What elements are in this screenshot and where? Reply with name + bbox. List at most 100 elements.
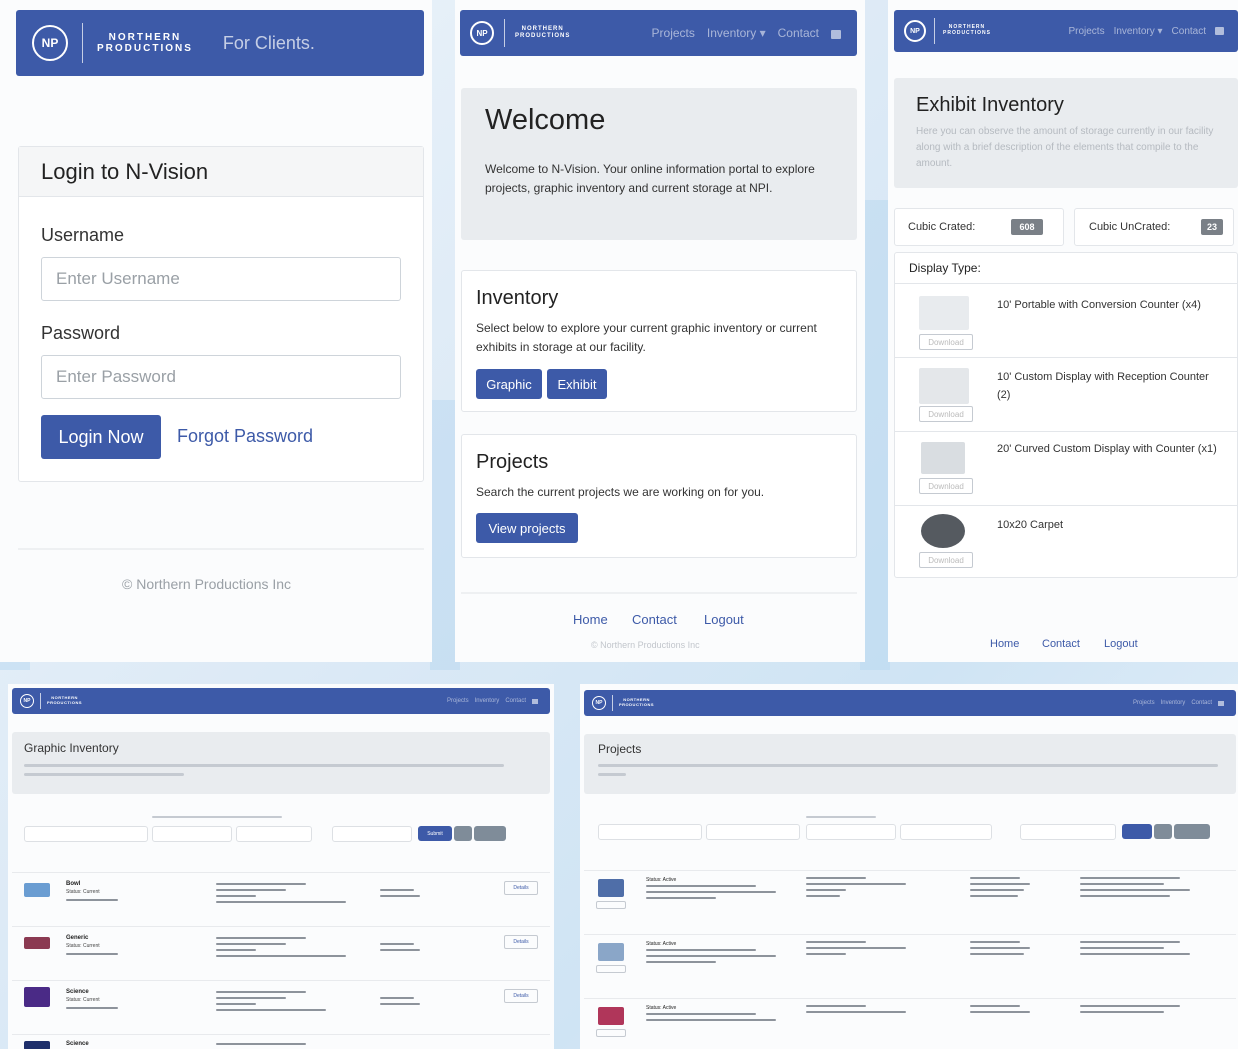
welcome-copyright: © Northern Productions Inc: [591, 640, 700, 650]
table-row: Science: [12, 1034, 550, 1049]
logo-divider: [82, 23, 83, 63]
graphic-button[interactable]: Graphic: [476, 369, 542, 399]
username-input[interactable]: Enter Username: [41, 257, 401, 301]
download-button[interactable]: [596, 901, 626, 909]
projects-page-title: Projects: [598, 742, 642, 756]
project-detail-line: [1080, 877, 1180, 879]
cubic-uncrated-badge: 23: [1201, 219, 1223, 235]
lock-icon[interactable]: [831, 29, 841, 39]
brand-name: NORTHERN PRODUCTIONS: [97, 31, 193, 55]
nav-inventory-link[interactable]: Inventory ▾: [1114, 26, 1163, 37]
graphic-name: Science: [66, 1041, 89, 1047]
login-button[interactable]: Login Now: [41, 415, 161, 459]
category-select[interactable]: [332, 826, 412, 842]
main-contact-input[interactable]: [706, 824, 800, 840]
graphic-submit-button[interactable]: Submit: [418, 826, 452, 841]
footer-logout-link[interactable]: Logout: [1104, 638, 1138, 650]
logo-divider: [934, 18, 935, 44]
date-from-input[interactable]: [806, 824, 896, 840]
date-to-input[interactable]: [236, 826, 312, 842]
projects-export-button[interactable]: [1174, 824, 1210, 839]
graphic-detail-line: [216, 1003, 256, 1005]
welcome-title: Welcome: [485, 104, 606, 136]
nav-projects-link[interactable]: Projects: [1133, 700, 1155, 706]
graphic-status: Status: Current: [66, 997, 100, 1003]
footer-logout-link[interactable]: Logout: [704, 612, 744, 627]
projects-filter-button[interactable]: [1154, 824, 1172, 839]
nav-links: Projects Inventory Contact: [1133, 700, 1224, 706]
graphic-status: Status: Current: [66, 889, 100, 895]
download-button[interactable]: Download: [919, 406, 973, 422]
project-detail-line: [970, 953, 1024, 955]
graphic-details-button[interactable]: Details: [504, 989, 538, 1003]
graphic-jumbotron: Graphic Inventory: [12, 732, 550, 794]
nav-inventory-link[interactable]: Inventory: [1161, 700, 1186, 706]
graphic-detail-line: [216, 997, 286, 999]
nav-contact-link[interactable]: Contact: [1172, 26, 1206, 37]
project-detail-line: [806, 889, 846, 891]
brand-name: NORTHERN PRODUCTIONS: [47, 695, 83, 705]
exhibit-subtitle: Here you can observe the amount of stora…: [916, 126, 1214, 169]
lock-icon[interactable]: [532, 698, 538, 704]
project-detail-line: [970, 941, 1020, 943]
graphic-details-button[interactable]: Details: [504, 935, 538, 949]
nav-inventory-link[interactable]: Inventory: [475, 698, 500, 704]
download-button[interactable]: Download: [919, 478, 973, 494]
display-type-label: Display Type:: [909, 261, 981, 275]
nav-inventory-link[interactable]: Inventory ▾: [707, 26, 766, 40]
brand-name: NORTHERN PRODUCTIONS: [515, 26, 571, 39]
projects-card: Projects Search the current projects we …: [461, 434, 857, 558]
lock-icon[interactable]: [1218, 700, 1224, 706]
download-button[interactable]: [596, 965, 626, 973]
download-button[interactable]: Download: [919, 334, 973, 350]
date-to-input[interactable]: [900, 824, 992, 840]
graphic-export-button[interactable]: [474, 826, 506, 841]
password-label: Password: [41, 323, 121, 343]
table-row: Generic Status: Current Details: [12, 926, 550, 978]
projects-screen: NP NORTHERN PRODUCTIONS Projects Invento…: [580, 684, 1238, 1049]
graphic-details-button[interactable]: Details: [504, 881, 538, 895]
password-input[interactable]: Enter Password: [41, 355, 401, 399]
footer-contact-link[interactable]: Contact: [1042, 638, 1080, 650]
project-detail-line: [970, 947, 1030, 949]
nav-projects-link[interactable]: Projects: [652, 26, 695, 40]
table-row: Status: Active: [584, 998, 1236, 1049]
forgot-password-link[interactable]: Forgot Password: [177, 426, 313, 447]
project-detail-line: [970, 1011, 1030, 1013]
nav-projects-link[interactable]: Projects: [447, 698, 469, 704]
table-row: Status: Active: [584, 870, 1236, 932]
logo-divider: [504, 19, 505, 47]
graphic-name: Bowl: [66, 881, 81, 887]
download-button[interactable]: Download: [919, 552, 973, 568]
exhibit-button[interactable]: Exhibit: [547, 369, 607, 399]
nav-contact-link[interactable]: Contact: [505, 698, 526, 704]
graphic-filter-button[interactable]: [454, 826, 472, 841]
footer-home-link[interactable]: Home: [573, 612, 608, 627]
graphic-quantity-line: [380, 949, 420, 951]
projects-subtitle-line: [598, 764, 1218, 767]
graphic-detail-line: [216, 1009, 326, 1011]
date-from-input[interactable]: [152, 826, 232, 842]
project-status: Status: Active: [646, 877, 677, 883]
project-detail-line: [646, 1019, 776, 1021]
download-button[interactable]: [596, 1029, 626, 1037]
inventory-text: Select below to explore your current gra…: [476, 321, 817, 354]
caret-down-icon: ▾: [759, 26, 766, 40]
graphic-search-input[interactable]: [24, 826, 148, 842]
nav-contact-link[interactable]: Contact: [778, 26, 819, 40]
caret-down-icon: ▾: [1157, 25, 1163, 37]
keywords-input[interactable]: [598, 824, 702, 840]
view-projects-button[interactable]: View projects: [476, 513, 578, 543]
lock-icon[interactable]: [1215, 27, 1224, 35]
project-detail-line: [646, 885, 756, 887]
project-thumbnail: [598, 879, 624, 897]
footer-home-link[interactable]: Home: [990, 638, 1019, 650]
exhibit-inventory-screen: NP NORTHERN PRODUCTIONS Projects Invento…: [888, 0, 1238, 662]
status-select[interactable]: [1020, 824, 1116, 840]
footer-contact-link[interactable]: Contact: [632, 612, 677, 627]
nav-projects-link[interactable]: Projects: [1068, 26, 1104, 37]
projects-submit-button[interactable]: [1122, 824, 1152, 839]
graphic-detail-line: [216, 889, 286, 891]
nav-contact-link[interactable]: Contact: [1191, 700, 1212, 706]
project-thumbnail: [598, 943, 624, 961]
